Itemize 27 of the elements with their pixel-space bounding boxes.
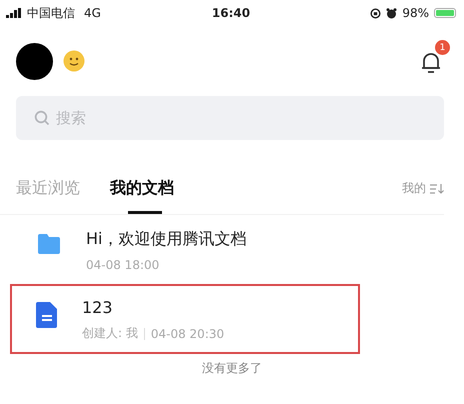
document-time: 04-08 20:30 [150,326,224,340]
signal-icon [6,8,22,18]
document-creator: 创建人: 我 [82,325,138,342]
bell-icon[interactable] [420,50,442,74]
document-time: 04-08 18:00 [86,258,160,272]
search-field[interactable]: 搜索 [16,96,444,140]
network-type: 4G [84,6,101,20]
carrier-name: 中国电信 [27,4,75,22]
rotation-lock-icon [370,8,382,18]
document-title: 123 [82,298,114,317]
clock-time: 16:40 [212,6,250,20]
alarm-icon [386,8,398,18]
battery-icon [434,8,456,18]
notification-badge: 1 [435,40,450,55]
end-of-list-text: 没有更多了 [201,360,263,377]
search-icon [34,110,50,126]
tab-underline [128,211,162,214]
folder-icon [36,233,62,255]
avatar[interactable] [16,42,53,80]
document-item[interactable]: Hi，欢迎使用腾讯文档 04-08 18:00 [10,215,360,284]
sort-icon [430,184,444,194]
document-item[interactable]: 123 创建人: 我 04-08 20:30 [10,284,360,354]
document-icon [36,302,58,328]
smiley-icon [63,50,85,72]
battery-percent: 98% [402,6,429,20]
tab[interactable]: 我的文档 [110,178,174,199]
document-title: Hi，欢迎使用腾讯文档 [86,229,246,250]
